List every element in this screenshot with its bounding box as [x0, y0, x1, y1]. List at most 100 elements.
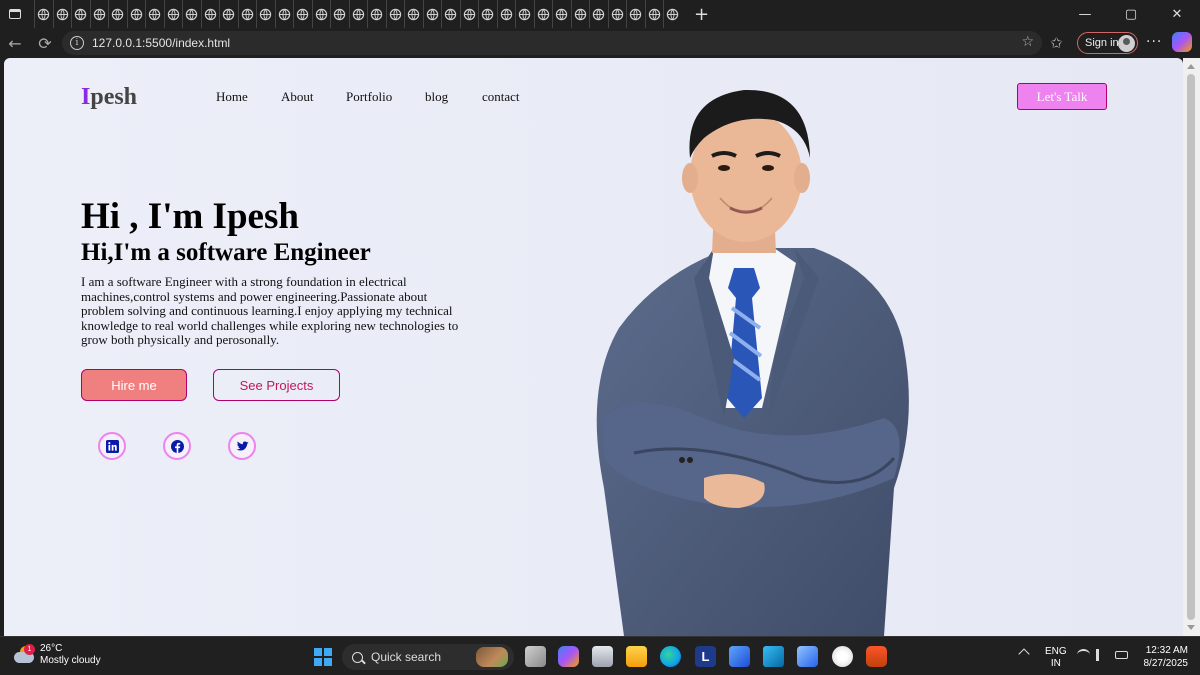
weather-cloudy-icon: 1: [14, 644, 36, 664]
browser-tab[interactable]: [404, 0, 423, 28]
browser-tab[interactable]: [515, 0, 534, 28]
vscode-icon[interactable]: [763, 646, 784, 667]
sign-in-label: Sign in: [1085, 37, 1119, 49]
url-text[interactable]: 127.0.0.1:5500/index.html: [92, 36, 230, 50]
weather-badge: 1: [24, 644, 35, 655]
browser-tab[interactable]: [589, 0, 608, 28]
linkedin-icon[interactable]: [98, 432, 126, 460]
task-view-icon[interactable]: [525, 646, 546, 667]
nav-portfolio[interactable]: Portfolio: [346, 89, 392, 105]
browser-tab[interactable]: [108, 0, 127, 28]
lets-talk-button[interactable]: Let's Talk: [1017, 83, 1107, 110]
browser-tab[interactable]: [182, 0, 201, 28]
browser-tab[interactable]: [274, 0, 294, 28]
sign-in-button[interactable]: Sign in: [1077, 32, 1138, 54]
browser-tab[interactable]: [200, 0, 220, 28]
bookmark-star-icon[interactable]: ☆: [1021, 34, 1034, 50]
nav-blog[interactable]: blog: [425, 89, 448, 105]
close-window-icon[interactable]: ✕: [1154, 0, 1200, 28]
profile-avatar-icon: [1118, 35, 1135, 52]
more-menu-icon[interactable]: ···: [1146, 34, 1162, 50]
browser-tab[interactable]: [293, 0, 312, 28]
back-arrow-icon[interactable]: ←: [0, 28, 30, 58]
hero-description: I am a software Engineer with a strong f…: [81, 274, 459, 348]
volume-icon[interactable]: [1096, 649, 1109, 661]
minimize-icon[interactable]: —: [1062, 0, 1108, 28]
start-button-icon[interactable]: [314, 648, 332, 666]
copilot-app-icon[interactable]: [558, 646, 579, 667]
browser-tab[interactable]: [34, 0, 53, 28]
nav-about[interactable]: About: [281, 89, 314, 105]
l-app-icon[interactable]: L: [695, 646, 716, 667]
refresh-icon[interactable]: ⟳: [30, 28, 60, 58]
file-explorer-icon[interactable]: [626, 646, 647, 667]
chatgpt-icon[interactable]: [832, 646, 853, 667]
brave-icon[interactable]: [866, 646, 887, 667]
browser-tab[interactable]: [256, 0, 275, 28]
lang-region: IN: [1050, 658, 1061, 669]
facebook-icon[interactable]: [163, 432, 191, 460]
lang-code: ENG: [1045, 646, 1067, 657]
browser-tab[interactable]: [626, 0, 645, 28]
see-projects-button[interactable]: See Projects: [213, 369, 340, 401]
page-scrollbar[interactable]: [1183, 58, 1200, 636]
scrollbar-thumb[interactable]: [1187, 74, 1195, 620]
store-icon[interactable]: [592, 646, 613, 667]
address-bar[interactable]: i 127.0.0.1:5500/index.html ☆: [62, 31, 1042, 55]
azure-data-icon[interactable]: [729, 646, 750, 667]
window-menu-icon[interactable]: [0, 0, 30, 28]
browser-tab[interactable]: [533, 0, 553, 28]
browser-tab[interactable]: [459, 0, 479, 28]
browser-tab[interactable]: [163, 0, 183, 28]
logo-initial: I: [81, 84, 91, 110]
browser-tab[interactable]: [71, 0, 90, 28]
clock-date: 8/27/2025: [1143, 658, 1189, 669]
browser-tab[interactable]: [145, 0, 164, 28]
browser-tab[interactable]: [441, 0, 460, 28]
new-tab-button[interactable]: +: [688, 0, 716, 28]
nav-contact[interactable]: contact: [482, 89, 520, 105]
browser-tab[interactable]: [644, 0, 664, 28]
browser-tab[interactable]: [385, 0, 405, 28]
wifi-icon[interactable]: [1077, 649, 1090, 661]
browser-tab[interactable]: [52, 0, 72, 28]
site-logo[interactable]: Ipesh: [81, 84, 137, 111]
browser-tab[interactable]: [311, 0, 331, 28]
browser-tab[interactable]: [219, 0, 238, 28]
browser-tab[interactable]: [663, 0, 682, 28]
favorites-icon[interactable]: ✩: [1050, 34, 1063, 52]
system-tray[interactable]: [1077, 649, 1128, 661]
taskbar-search[interactable]: Quick search: [342, 644, 514, 670]
edge-icon[interactable]: [660, 646, 681, 667]
copilot-icon[interactable]: [1172, 32, 1192, 52]
twitter-icon[interactable]: [228, 432, 256, 460]
taskbar-clock[interactable]: 12:32 AM 8/27/2025: [1138, 644, 1189, 670]
weather-temp: 26°C: [40, 643, 63, 654]
site-info-icon[interactable]: i: [70, 36, 84, 50]
language-indicator[interactable]: ENG IN: [1045, 646, 1067, 670]
weather-widget[interactable]: 1 26°C Mostly cloudy: [14, 643, 101, 667]
photos-icon[interactable]: [797, 646, 818, 667]
weather-desc: Mostly cloudy: [40, 655, 101, 666]
nav-home[interactable]: Home: [216, 89, 248, 105]
browser-tab[interactable]: [367, 0, 386, 28]
maximize-icon[interactable]: ▢: [1108, 0, 1154, 28]
tray-overflow-icon[interactable]: [1018, 648, 1030, 660]
battery-icon[interactable]: [1115, 651, 1128, 659]
scroll-up-icon[interactable]: [1187, 64, 1195, 69]
browser-tab[interactable]: [330, 0, 349, 28]
search-highlight-image: [476, 647, 508, 667]
browser-tab[interactable]: [478, 0, 497, 28]
scroll-down-icon[interactable]: [1187, 625, 1195, 630]
browser-tab[interactable]: [607, 0, 627, 28]
browser-tab[interactable]: [348, 0, 368, 28]
browser-tab[interactable]: [237, 0, 257, 28]
browser-tab[interactable]: [552, 0, 571, 28]
browser-tab[interactable]: [570, 0, 590, 28]
browser-tab[interactable]: [422, 0, 442, 28]
browser-tab[interactable]: [126, 0, 146, 28]
browser-tab[interactable]: [496, 0, 516, 28]
browser-tab[interactable]: [89, 0, 109, 28]
hire-me-button[interactable]: Hire me: [81, 369, 187, 401]
taskbar: 1 26°C Mostly cloudy Quick search L ENG …: [0, 636, 1200, 675]
